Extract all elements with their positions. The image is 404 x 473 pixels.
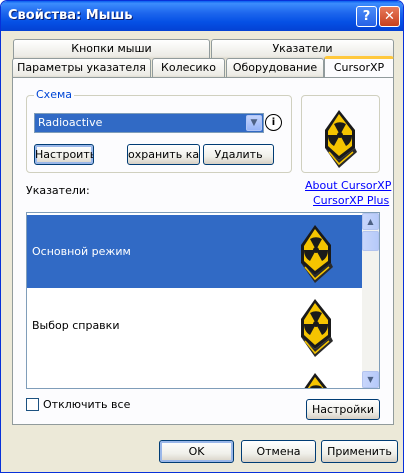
info-icon[interactable]: i — [265, 114, 282, 131]
scroll-thumb[interactable] — [362, 231, 379, 251]
tab-pointer-options[interactable]: Параметры указателя — [12, 58, 151, 78]
delete-button[interactable]: Удалить — [203, 144, 274, 165]
tab-mouse-buttons[interactable]: Кнопки мыши — [13, 39, 210, 59]
disable-all-label: Отключить все — [43, 398, 131, 411]
tab-wheel[interactable]: Колесико — [152, 58, 225, 78]
help-icon: ? — [362, 9, 371, 24]
close-icon: ✕ — [384, 9, 395, 24]
close-button[interactable]: ✕ — [379, 6, 400, 27]
mouse-properties-window: Свойства: Мышь ? ✕ Кнопки мыши Указатели… — [0, 0, 404, 473]
tab-cursorxp[interactable]: CursorXP — [324, 56, 394, 77]
settings-button[interactable]: Настройки — [306, 399, 380, 420]
ok-button[interactable]: OK — [159, 440, 234, 463]
radioactive-cursor-icon — [300, 298, 334, 358]
list-item[interactable] — [27, 363, 363, 388]
scroll-down-icon[interactable]: ▼ — [362, 371, 379, 388]
list-scrollbar[interactable]: ▲ ▼ — [362, 213, 379, 388]
cursorxp-plus-link[interactable]: CursorXP Plus — [313, 194, 389, 207]
pointers-label: Указатели: — [26, 184, 90, 197]
cancel-button[interactable]: Отмена — [241, 440, 316, 463]
tab-hardware[interactable]: Оборудование — [226, 58, 324, 78]
pointer-name: Выбор справки — [32, 319, 120, 332]
scheme-legend: Схема — [34, 88, 74, 101]
scroll-up-icon[interactable]: ▲ — [362, 213, 379, 230]
chevron-down-icon[interactable]: ▼ — [246, 115, 262, 131]
pointer-name: Основной режим — [32, 245, 131, 258]
list-item[interactable]: Выбор справки — [27, 289, 363, 362]
scheme-selected-value: Radioactive — [38, 116, 103, 129]
radioactive-cursor-icon — [300, 224, 334, 284]
title-bar[interactable]: Свойства: Мышь ? ✕ — [1, 1, 403, 31]
window-title: Свойства: Мышь — [8, 8, 133, 23]
apply-button[interactable]: Применить — [321, 440, 398, 463]
disable-all-checkbox[interactable] — [26, 398, 39, 411]
cursor-preview — [301, 95, 380, 173]
radioactive-cursor-icon — [324, 109, 358, 169]
list-item[interactable]: Основной режим — [27, 215, 363, 288]
configure-button[interactable]: Настроить — [34, 144, 94, 165]
pointers-list[interactable]: Основной режим Выбор справки ▲ ▼ — [26, 212, 380, 389]
radioactive-cursor-icon — [300, 372, 334, 388]
about-cursorxp-link[interactable]: About CursorXP — [305, 179, 391, 192]
help-button[interactable]: ? — [356, 6, 377, 27]
scheme-select[interactable]: Radioactive ▼ — [34, 113, 264, 133]
save-as-button[interactable]: охранить как — [127, 144, 200, 165]
